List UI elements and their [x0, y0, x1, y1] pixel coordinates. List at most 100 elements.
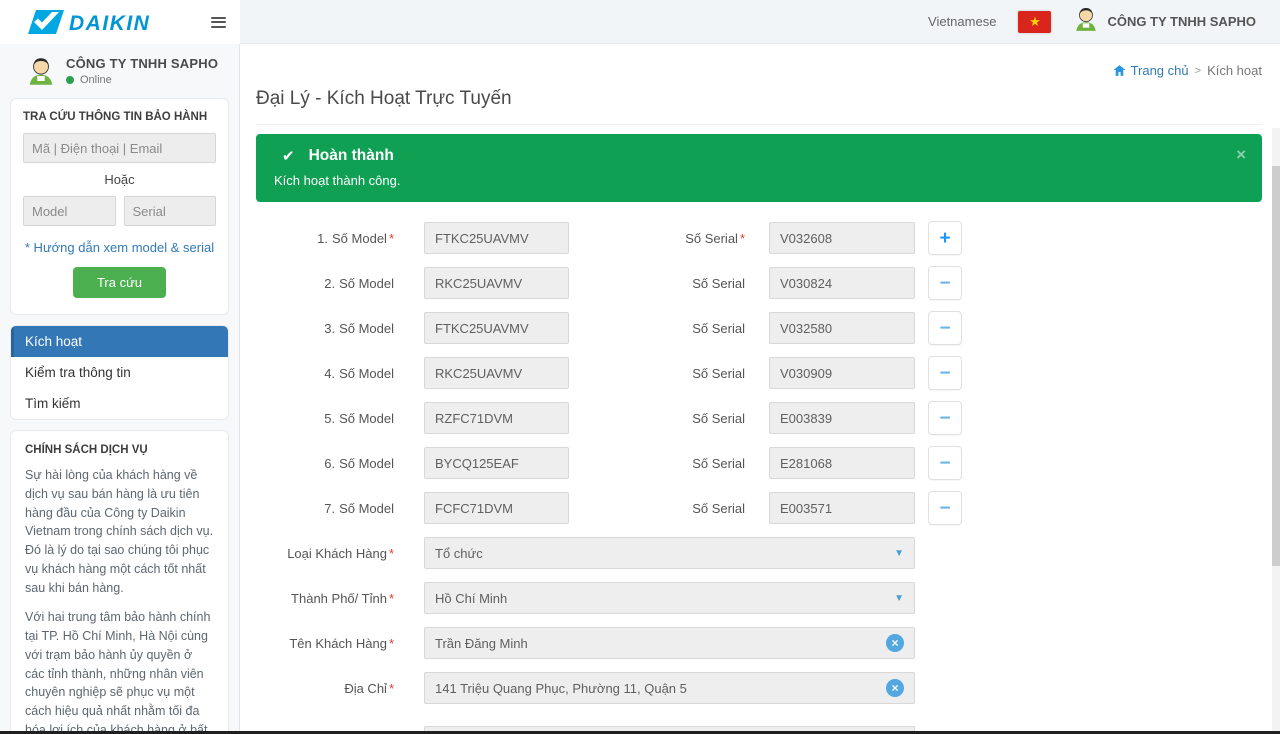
serial-label: Số Serial: [569, 276, 769, 291]
device-row: 4.Số Model Số Serial −: [256, 357, 1262, 389]
brand-area: DAIKIN: [0, 0, 240, 44]
serial-input[interactable]: [769, 402, 915, 434]
device-row: 6.Số Model Số Serial −: [256, 447, 1262, 479]
model-label: 7.Số Model: [256, 501, 424, 516]
user-avatar[interactable]: [1073, 6, 1099, 37]
online-status-icon: [66, 76, 74, 84]
clear-field-icon[interactable]: ×: [886, 679, 904, 697]
serial-label: Số Serial: [569, 501, 769, 516]
model-input[interactable]: [424, 447, 569, 479]
sidebar-avatar-icon: [26, 56, 56, 86]
address-field[interactable]: 141 Triệu Quang Phục, Phường 11, Quận 5 …: [424, 672, 915, 704]
vertical-scrollbar[interactable]: [1272, 128, 1280, 731]
clear-field-icon[interactable]: ×: [886, 634, 904, 652]
model-input[interactable]: [424, 312, 569, 344]
serial-input[interactable]: [769, 357, 915, 389]
brand-text: DAIKIN: [69, 12, 150, 35]
required-mark: *: [740, 231, 745, 246]
lookup-card-title: TRA CỨU THÔNG TIN BẢO HÀNH: [23, 111, 216, 123]
breadcrumb-current: Kích hoạt: [1207, 63, 1262, 78]
top-user-name[interactable]: CÔNG TY TNHH SAPHO: [1107, 14, 1256, 29]
home-icon: [1113, 64, 1126, 77]
city-label: Thành Phố/ Tỉnh*: [256, 591, 424, 606]
alert-close-icon[interactable]: ×: [1236, 146, 1246, 163]
device-row: 7.Số Model Số Serial −: [256, 492, 1262, 524]
body: CÔNG TY TNHH SAPHO Online TRA CỨU THÔNG …: [0, 44, 1280, 734]
row-number: 6.: [324, 456, 335, 471]
policy-title: CHÍNH SÁCH DỊCH VỤ: [25, 444, 214, 456]
model-input[interactable]: [424, 402, 569, 434]
required-mark: *: [389, 591, 394, 606]
remove-row-button[interactable]: −: [928, 446, 962, 480]
lookup-serial-input[interactable]: [124, 196, 217, 226]
online-status-label: Online: [80, 74, 112, 86]
city-value: Hồ Chí Minh: [435, 591, 886, 606]
or-label: Hoặc: [23, 172, 216, 187]
activation-form: 1.Số Model* Số Serial* + 2.Số Model Số S…: [256, 222, 1262, 734]
check-icon: ✔: [282, 147, 295, 165]
remove-row-button[interactable]: −: [928, 491, 962, 525]
warranty-lookup-card: TRA CỨU THÔNG TIN BẢO HÀNH Hoặc * Hướng …: [10, 98, 229, 315]
required-mark: *: [389, 681, 394, 696]
alert-title: Hoàn thành: [309, 147, 394, 165]
model-label: 5.Số Model: [256, 411, 424, 426]
service-policy-card: CHÍNH SÁCH DỊCH VỤ Sự hài lòng của khách…: [10, 430, 229, 734]
sidebar-item-kiem-tra-thong-tin[interactable]: Kiểm tra thông tin: [11, 357, 228, 388]
warranty-activation-page: DAIKIN Vietnamese ★ CÔNG TY TNHH SAPHO: [0, 0, 1280, 734]
required-mark: *: [389, 546, 394, 561]
breadcrumb-home-link[interactable]: Trang chủ: [1113, 63, 1189, 78]
row-number: 5.: [324, 411, 335, 426]
model-input[interactable]: [424, 492, 569, 524]
customer-type-select[interactable]: Tổ chức ▼: [424, 537, 915, 569]
remove-row-button[interactable]: −: [928, 401, 962, 435]
scrollbar-thumb[interactable]: [1272, 166, 1280, 566]
top-bar-right: Vietnamese ★ CÔNG TY TNHH SAPHO: [240, 0, 1280, 44]
model-label: 4.Số Model: [256, 366, 424, 381]
add-row-button[interactable]: +: [928, 221, 962, 255]
city-select[interactable]: Hồ Chí Minh ▼: [424, 582, 915, 614]
hamburger-menu-icon[interactable]: [207, 10, 230, 34]
model-input[interactable]: [424, 222, 569, 254]
customer-name-field[interactable]: Trần Đăng Minh ×: [424, 627, 915, 659]
policy-paragraph: Với hai trung tâm bảo hành chính tại TP.…: [25, 608, 214, 734]
customer-type-value: Tổ chức: [435, 546, 886, 561]
lookup-code-input[interactable]: [23, 133, 216, 163]
vietnam-flag-icon[interactable]: ★: [1018, 11, 1051, 33]
required-mark: *: [389, 636, 394, 651]
model-input[interactable]: [424, 357, 569, 389]
row-number: 7.: [324, 501, 335, 516]
avatar-icon: [1073, 6, 1099, 32]
sidebar-user-panel: CÔNG TY TNHH SAPHO Online: [0, 44, 239, 96]
top-bar: DAIKIN Vietnamese ★ CÔNG TY TNHH SAPHO: [0, 0, 1280, 44]
serial-label: Số Serial*: [569, 231, 769, 246]
model-serial-row: [23, 196, 216, 226]
model-label: 2.Số Model: [256, 276, 424, 291]
sidebar-item-tim-kiem[interactable]: Tìm kiếm: [11, 388, 228, 419]
serial-label: Số Serial: [569, 411, 769, 426]
language-label[interactable]: Vietnamese: [928, 14, 996, 29]
customer-name-value: Trần Đăng Minh: [435, 636, 878, 651]
remove-row-button[interactable]: −: [928, 311, 962, 345]
page-title: Đại Lý - Kích Hoạt Trực Tuyến: [256, 88, 1262, 125]
lookup-submit-button[interactable]: Tra cứu: [73, 267, 166, 298]
model-input[interactable]: [424, 267, 569, 299]
serial-input[interactable]: [769, 492, 915, 524]
device-row: 5.Số Model Số Serial −: [256, 402, 1262, 434]
model-label: 3.Số Model: [256, 321, 424, 336]
row-number: 2.: [324, 276, 335, 291]
sidebar-item-kich-hoat[interactable]: Kích hoạt: [11, 326, 228, 357]
remove-row-button[interactable]: −: [928, 356, 962, 390]
address-row: Địa Chỉ* 141 Triệu Quang Phục, Phường 11…: [256, 672, 1262, 704]
alert-message: Kích hoạt thành công.: [274, 173, 1244, 188]
serial-input[interactable]: [769, 447, 915, 479]
model-serial-guide-link[interactable]: * Hướng dẫn xem model & serial: [23, 240, 216, 255]
alert-header: ✔ Hoàn thành: [274, 147, 1244, 165]
serial-input[interactable]: [769, 312, 915, 344]
lookup-model-input[interactable]: [23, 196, 116, 226]
customer-name-label: Tên Khách Hàng*: [256, 636, 424, 651]
serial-input[interactable]: [769, 222, 915, 254]
caret-down-icon: ▼: [894, 548, 904, 559]
serial-input[interactable]: [769, 267, 915, 299]
remove-row-button[interactable]: −: [928, 266, 962, 300]
sidebar-user-status: Online: [66, 74, 218, 86]
